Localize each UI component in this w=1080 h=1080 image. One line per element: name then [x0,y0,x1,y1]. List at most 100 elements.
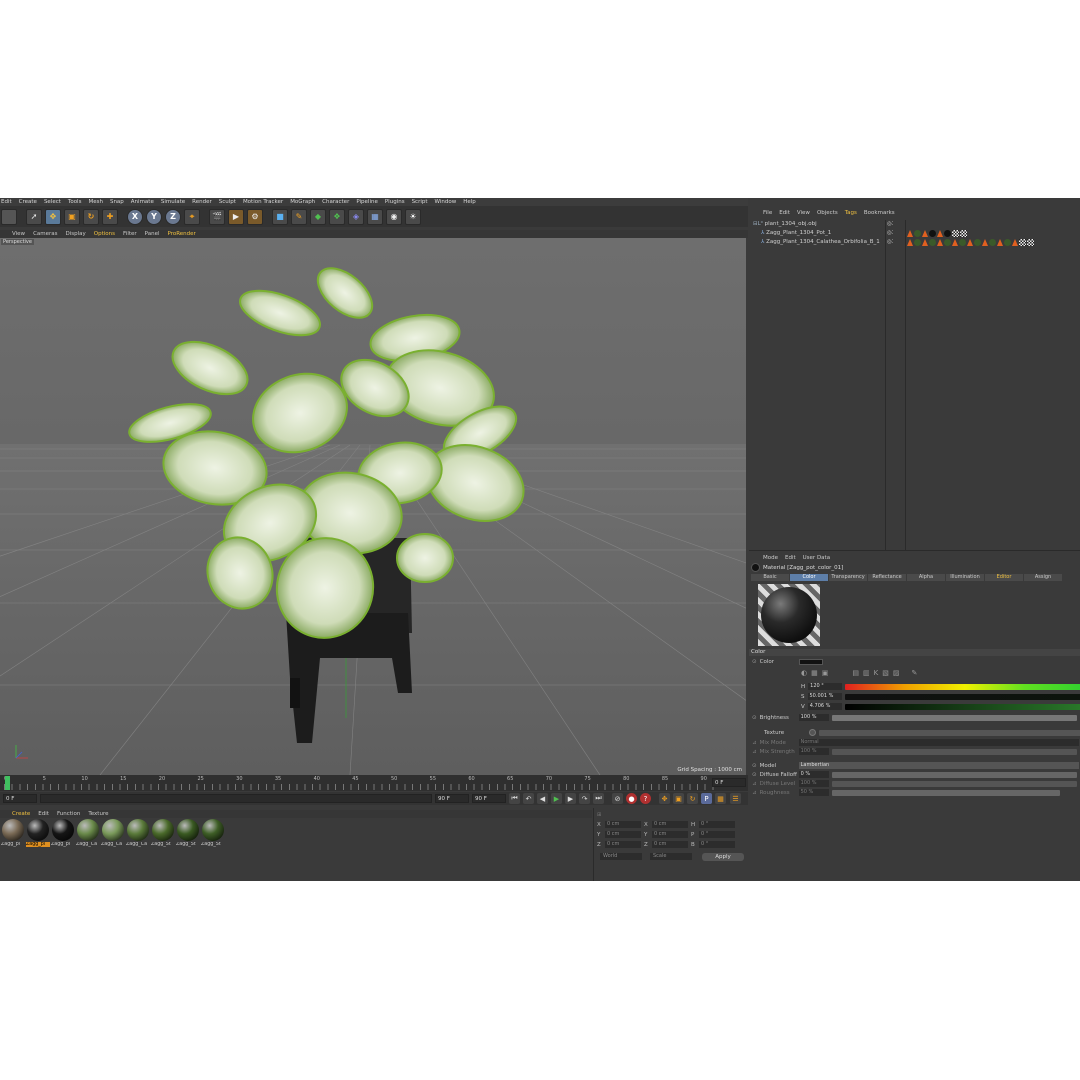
menu-animate[interactable]: Animate [131,199,154,205]
timeline-ruler[interactable]: 051015202530354045505560657075808590 0 F [0,775,748,791]
material-tag-icon[interactable] [944,230,951,237]
obj-menu-objects[interactable]: Objects [817,210,838,216]
phong-tag-icon[interactable] [982,239,988,246]
add-icon[interactable]: ✚ [102,208,118,225]
model-dropdown[interactable]: Lambertian [798,762,1079,769]
start-frame-field[interactable]: 0 F [3,794,37,803]
cube-icon[interactable]: ■ [272,208,288,225]
visibility-dots-icon[interactable]: ◎⁚ [887,238,894,247]
saturation-slider[interactable] [844,693,1080,700]
diffuse-falloff-field[interactable]: 0 % [798,771,829,778]
light-icon[interactable]: ☀ [405,208,421,225]
timeline-playhead[interactable] [5,776,10,790]
material-item[interactable]: Zagg_Ca [76,819,100,855]
max-frame-field[interactable]: 90 F [472,794,506,803]
uvw-tag-icon[interactable] [960,230,967,237]
subdivision-icon[interactable]: ◆ [310,208,326,225]
3d-viewport[interactable]: Perspective Grid Spacing : 1000 cm [0,238,746,775]
object-row[interactable]: ⊟L⁰ plant_1304_obj.obj ◎⁚ [749,220,1080,229]
tab-color[interactable]: Color [790,574,828,581]
keyframe-selection-icon[interactable]: ? [640,793,651,804]
next-key-icon[interactable]: ↷ [579,793,590,804]
phong-tag-icon[interactable] [967,239,973,246]
menu-help[interactable]: Help [463,199,476,205]
brightness-slider[interactable] [831,714,1077,721]
position-y-field[interactable]: 0 cm [605,831,641,838]
menu-snap[interactable]: Snap [110,199,124,205]
material-item[interactable]: Zagg_St [176,819,200,855]
phong-tag-icon[interactable] [997,239,1003,246]
render-settings-icon[interactable]: ⚙ [247,208,263,225]
tab-editor[interactable]: Editor [985,574,1023,581]
tab-basic[interactable]: Basic [751,574,789,581]
obj-menu-file[interactable]: File [763,210,772,216]
attr-menu-edit[interactable]: Edit [785,555,796,561]
size-x-field[interactable]: 0 cm [652,821,688,828]
next-frame-icon[interactable]: ▶ [565,793,576,804]
vp-menu-cameras[interactable]: Cameras [33,231,57,237]
menu-pipeline[interactable]: Pipeline [356,199,378,205]
material-tag-icon[interactable] [914,239,921,246]
material-item[interactable]: Zagg_Ca [126,819,150,855]
coordinate-system-dropdown[interactable]: World [600,853,642,860]
key-parameter-icon[interactable]: P [701,793,712,804]
tab-illumination[interactable]: Illumination [946,574,984,581]
z-axis-button[interactable]: Z [165,208,181,225]
material-item[interactable]: Zagg_St [201,819,225,855]
menu-plugins[interactable]: Plugins [385,199,405,205]
object-row[interactable]: ⅄ Zagg_Plant_1304_Pot_1 ◎⁚ [749,229,1080,238]
key-scale-icon[interactable]: ▣ [673,793,684,804]
vp-menu-filter[interactable]: Filter [123,231,137,237]
hsv-mode-icon[interactable]: ▥ [863,669,870,677]
material-item[interactable]: Zagg_pl [26,819,50,855]
material-tag-icon[interactable] [1004,239,1011,246]
vp-menu-options[interactable]: Options [94,231,115,237]
render-picture-viewer-icon[interactable]: ▶ [228,208,244,225]
vp-menu-panel[interactable]: Panel [145,231,160,237]
menu-character[interactable]: Character [322,199,349,205]
animate-dot-icon[interactable]: ⊙ [752,659,757,665]
mat-menu-create[interactable]: Create [12,811,30,817]
attr-menu-mode[interactable]: Mode [763,555,778,561]
menu-select[interactable]: Select [44,199,61,205]
animate-dot-icon[interactable]: ⊙ [752,772,757,778]
material-tag-icon[interactable] [989,239,996,246]
visibility-dots-icon[interactable]: ◎⁚ [887,229,894,238]
deformer-icon[interactable]: ◈ [348,208,364,225]
value-slider[interactable] [844,703,1080,710]
record-icon[interactable]: ⊘ [612,793,623,804]
x-axis-button[interactable]: X [127,208,143,225]
key-position-icon[interactable]: ✥ [659,793,670,804]
rgb-mode-icon[interactable]: ▤ [852,669,859,677]
menu-create[interactable]: Create [19,199,37,205]
menu-simulate[interactable]: Simulate [161,199,185,205]
preview-range-slider[interactable] [40,794,432,803]
texture-menu-icon[interactable] [809,729,816,736]
eyedropper-icon[interactable]: ✎ [911,669,917,677]
obj-menu-view[interactable]: View [797,210,810,216]
roughness-field[interactable]: 50 % [798,789,829,796]
spectrum-mode-icon[interactable]: ▦ [811,669,818,677]
menu-script[interactable]: Script [412,199,428,205]
material-tag-icon[interactable] [944,239,951,246]
rotation-h-field[interactable]: 0 ° [699,821,735,828]
key-pla-icon[interactable]: ▦ [715,793,726,804]
array-icon[interactable]: ❖ [329,208,345,225]
phong-tag-icon[interactable] [937,239,943,246]
position-z-field[interactable]: 0 cm [605,841,641,848]
timeline-menu-icon[interactable]: ☰ [730,793,741,804]
phong-tag-icon[interactable] [907,239,913,246]
tab-alpha[interactable]: Alpha [907,574,945,581]
y-axis-button[interactable]: Y [146,208,162,225]
saturation-field[interactable]: 50.001 % [807,693,842,700]
mixer-mode-icon[interactable]: ▧ [882,669,889,677]
material-item[interactable]: Zagg_Ca [101,819,125,855]
vp-menu-prorender[interactable]: ProRender [168,231,196,237]
vp-menu-view[interactable]: View [12,231,25,237]
uvw-tag-icon[interactable] [1019,239,1026,246]
image-mode-icon[interactable]: ▣ [822,669,829,677]
menu-render[interactable]: Render [192,199,212,205]
floor-icon[interactable]: ▦ [367,208,383,225]
prev-frame-icon[interactable]: ◀ [537,793,548,804]
obj-menu-tags[interactable]: Tags [845,210,857,216]
